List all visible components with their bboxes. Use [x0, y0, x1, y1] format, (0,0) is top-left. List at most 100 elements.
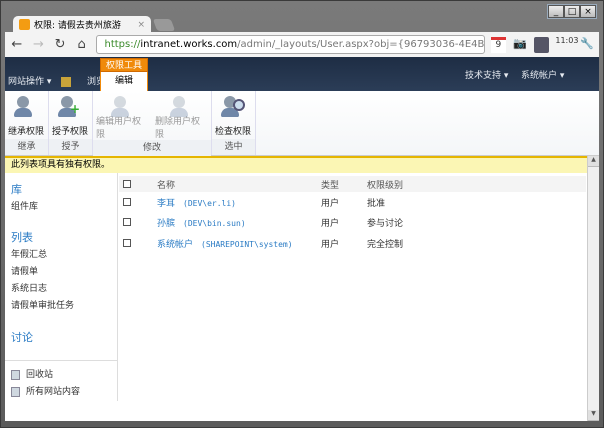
wrench-icon[interactable]: 🔧	[579, 37, 595, 53]
tab-strip: 权限: 请假去贵州旅游 ×	[5, 16, 599, 33]
user-link[interactable]: 孙膑 (DEV\bin.sun)	[157, 216, 246, 229]
user-menu[interactable]: 系统帐户 ▾	[521, 68, 564, 81]
tab-edit[interactable]: 编辑	[100, 72, 148, 91]
user-account: (DEV\bin.sun)	[183, 218, 246, 228]
group-label: 选中	[212, 139, 255, 155]
all-site-content-link[interactable]: 所有网站内容	[11, 384, 80, 397]
permission-level: 批准	[367, 198, 386, 209]
reload-icon[interactable]: ↻	[52, 37, 68, 52]
back-icon[interactable]: ←	[9, 37, 25, 52]
permission-tools-label: 权限工具	[100, 58, 148, 72]
table-row: 李耳 (DEV\er.li) 用户 批准	[119, 193, 586, 211]
user-name: 孙膑	[157, 218, 176, 229]
scroll-up-icon[interactable]: ▲	[588, 156, 599, 167]
column-header-type[interactable]: 类型	[321, 178, 339, 191]
forward-icon[interactable]: →	[31, 37, 47, 52]
calendar-icon[interactable]: 9	[490, 36, 507, 53]
table-header: 名称 类型 权限级别	[119, 176, 586, 192]
remove-user-permissions-button[interactable]: 删除用户权限	[152, 91, 211, 140]
tab-close-icon[interactable]: ×	[137, 20, 145, 30]
site-actions-menu[interactable]: 网站操作 ▾	[8, 74, 51, 87]
grant-permissions-button[interactable]: + 授予权限	[49, 91, 91, 139]
recycle-bin-link[interactable]: 回收站	[11, 367, 53, 380]
user-name: 李耳	[157, 198, 176, 209]
remove-permissions-icon	[169, 95, 194, 117]
user-account: (SHAREPOINT\system)	[201, 239, 293, 249]
clock-text: 11:03	[555, 35, 579, 45]
save-icon[interactable]	[533, 36, 550, 53]
favicon-icon	[19, 19, 30, 30]
edit-user-permissions-button[interactable]: 编辑用户权限	[93, 91, 152, 140]
column-header-name[interactable]: 名称	[157, 178, 175, 191]
ribbon: 继承权限 继承 + 授予权限 授予 编辑用户权限 删除用户权限 修改 检查权限 选…	[5, 91, 599, 156]
ribbon-group-inherit: 继承权限 继承	[5, 91, 49, 155]
edit-permissions-icon	[110, 95, 135, 117]
row-checkbox[interactable]	[123, 198, 131, 206]
divider	[5, 360, 117, 361]
column-header-level[interactable]: 权限级别	[367, 178, 403, 191]
button-label: 继承权限	[8, 127, 45, 137]
help-menu[interactable]: 技术支持 ▾	[465, 68, 508, 81]
vertical-scrollbar[interactable]: ▲ ▼	[587, 156, 599, 421]
page-content: 库 组件库 列表 年假汇总 请假单 系统日志 请假单审批任务 讨论 回收站 所有…	[5, 156, 599, 421]
quicklaunch-lists[interactable]: 列表	[11, 229, 33, 245]
user-name: 系统帐户	[157, 239, 194, 250]
user-link[interactable]: 李耳 (DEV\er.li)	[157, 196, 236, 209]
sharepoint-top-nav: 网站操作 ▾ 浏览 权限工具 编辑 技术支持 ▾ 系统帐户 ▾	[5, 57, 599, 91]
user-type: 用户	[321, 218, 340, 229]
browser-tab[interactable]: 权限: 请假去贵州旅游 ×	[13, 16, 151, 33]
ribbon-group-modify: 编辑用户权限 删除用户权限 修改	[93, 91, 212, 156]
status-bar: 此列表项具有独有权限。	[5, 156, 599, 173]
group-label: 修改	[93, 140, 211, 156]
grant-permissions-icon: +	[58, 95, 82, 119]
quicklaunch-item[interactable]: 请假单审批任务	[11, 298, 74, 311]
table-row: 系统帐户 (SHAREPOINT\system) 用户 完全控制	[119, 234, 586, 252]
url-path: /admin/_layouts/User.aspx?obj={96793036-…	[237, 39, 485, 50]
quicklaunch-item[interactable]: 请假单	[11, 264, 38, 277]
row-checkbox[interactable]	[123, 218, 131, 226]
user-account: (DEV\er.li)	[183, 198, 236, 208]
link-label: 回收站	[26, 370, 54, 380]
url-host: intranet.works.com	[140, 39, 238, 50]
browser-window: _ □ × 权限: 请假去贵州旅游 × ← → ↻ ⌂ https://intr…	[0, 0, 604, 428]
user-type: 用户	[321, 239, 340, 250]
check-permissions-button[interactable]: 检查权限	[212, 91, 254, 139]
camera-icon[interactable]: 📷	[512, 37, 528, 53]
link-label: 所有网站内容	[26, 387, 81, 397]
select-all-checkbox[interactable]	[123, 180, 131, 188]
inherit-permissions-icon	[14, 95, 38, 119]
button-label: 检查权限	[215, 127, 252, 137]
ribbon-group-check: 检查权限 选中	[212, 91, 256, 155]
permission-level: 完全控制	[367, 239, 404, 250]
quicklaunch-discussions[interactable]: 讨论	[11, 329, 33, 345]
ribbon-group-grant: + 授予权限 授予	[49, 91, 93, 155]
new-tab-button[interactable]	[152, 19, 176, 31]
button-label: 授予权限	[52, 127, 89, 137]
tab-title: 权限: 请假去贵州旅游	[34, 21, 121, 31]
document-icon	[11, 386, 20, 397]
url-scheme: https://	[104, 39, 141, 50]
button-label: 删除用户权限	[155, 117, 201, 140]
quicklaunch-item[interactable]: 组件库	[11, 199, 38, 212]
navigate-up-icon[interactable]	[61, 77, 71, 87]
user-type: 用户	[321, 198, 340, 209]
row-checkbox[interactable]	[123, 239, 131, 247]
quicklaunch-item[interactable]: 系统日志	[11, 281, 47, 294]
home-icon[interactable]: ⌂	[74, 37, 90, 52]
quicklaunch-item[interactable]: 年假汇总	[11, 247, 47, 260]
user-link[interactable]: 系统帐户 (SHAREPOINT\system)	[157, 237, 293, 250]
scroll-down-icon[interactable]: ▼	[588, 410, 599, 421]
check-permissions-icon	[221, 95, 245, 119]
permissions-table: 名称 类型 权限级别 李耳 (DEV\er.li) 用户 批准 孙膑 (DEV\bi…	[119, 173, 586, 413]
recycle-bin-icon	[11, 369, 20, 380]
address-bar[interactable]: https://intranet.works.com/admin/_layout…	[95, 35, 485, 54]
quicklaunch-libraries[interactable]: 库	[11, 181, 22, 197]
group-label: 继承	[5, 139, 48, 155]
group-label: 授予	[49, 139, 92, 155]
inherit-permissions-button[interactable]: 继承权限	[5, 91, 47, 139]
table-row: 孙膑 (DEV\bin.sun) 用户 参与讨论	[119, 213, 586, 231]
permission-level: 参与讨论	[367, 218, 404, 229]
ribbon-context-tab: 权限工具 编辑	[100, 58, 148, 91]
browser-toolbar: ← → ↻ ⌂ https://intranet.works.com/admin…	[5, 32, 599, 57]
button-label: 编辑用户权限	[96, 117, 142, 140]
